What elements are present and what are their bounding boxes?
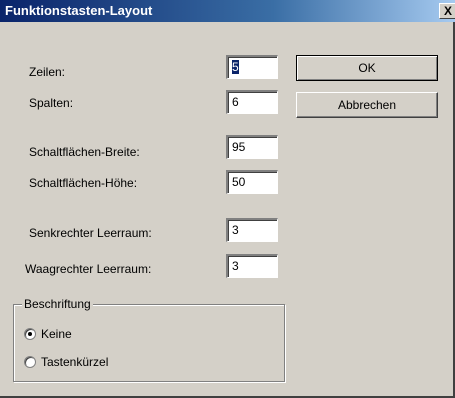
radio-keine-label: Keine <box>41 327 72 341</box>
input-spalten-value: 6 <box>232 95 239 109</box>
input-spalten[interactable]: 6 <box>226 90 278 114</box>
cancel-button[interactable]: Abbrechen <box>296 92 438 118</box>
radio-checked-icon <box>24 328 36 340</box>
input-senkrechter-leerraum-value: 3 <box>232 223 239 237</box>
title-bar[interactable]: Funktionstasten-Layout X <box>0 0 455 22</box>
close-button[interactable]: X <box>439 3 455 19</box>
input-senkrechter-leerraum[interactable]: 3 <box>226 218 278 242</box>
label-spalten: Spalten: <box>29 96 74 110</box>
label-zeilen: Zeilen: <box>29 65 66 79</box>
group-title: Beschriftung <box>22 297 93 311</box>
label-schaltflaechen-breite: Schaltflächen-Breite: <box>29 145 140 159</box>
input-zeilen-value: 5 <box>232 60 239 74</box>
input-schaltflaechen-breite-value: 95 <box>232 140 246 154</box>
ok-button[interactable]: OK <box>296 55 438 81</box>
input-waagrechter-leerraum-value: 3 <box>232 259 239 273</box>
dialog-window: Funktionstasten-Layout X Zeilen: 5 Spalt… <box>0 0 455 398</box>
close-icon: X <box>443 4 452 18</box>
input-zeilen[interactable]: 5 <box>226 55 278 79</box>
input-schaltflaechen-hoehe-value: 50 <box>232 175 246 189</box>
label-waagrechter-leerraum: Waagrechter Leerraum: <box>25 262 152 276</box>
input-schaltflaechen-breite[interactable]: 95 <box>226 135 278 159</box>
input-waagrechter-leerraum[interactable]: 3 <box>226 254 278 278</box>
label-schaltflaechen-hoehe: Schaltflächen-Höhe: <box>29 176 138 190</box>
input-schaltflaechen-hoehe[interactable]: 50 <box>226 170 278 194</box>
radio-tastenkuerzel-label: Tastenkürzel <box>41 355 109 369</box>
window-title: Funktionstasten-Layout <box>5 3 153 18</box>
label-senkrechter-leerraum: Senkrechter Leerraum: <box>29 226 152 240</box>
beschriftung-group: Beschriftung Keine Tastenkürzel <box>13 297 285 382</box>
radio-unchecked-icon <box>24 356 36 368</box>
